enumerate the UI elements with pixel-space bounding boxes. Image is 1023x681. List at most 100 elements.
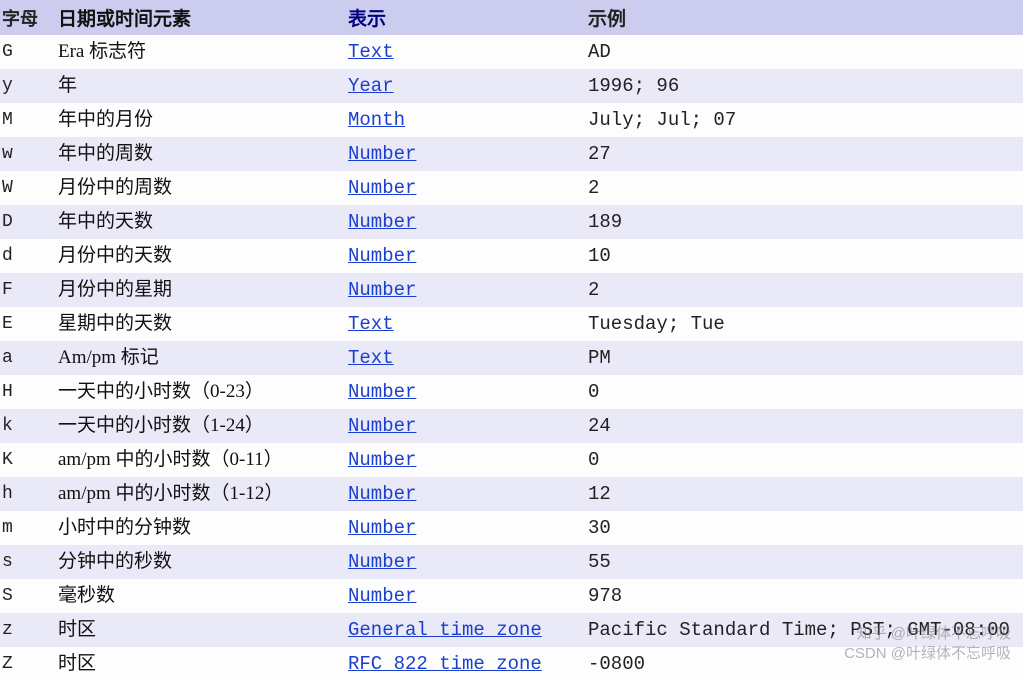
table-row: y年Year1996; 96	[0, 69, 1023, 103]
cell-present: Number	[346, 579, 586, 613]
cell-letter: Z	[0, 647, 56, 681]
table-row: m小时中的分钟数Number 30	[0, 511, 1023, 545]
cell-desc: 年	[56, 69, 346, 103]
cell-example: 1996; 96	[586, 69, 1023, 103]
cell-example: 10	[586, 239, 1023, 273]
cell-desc: 时区	[56, 647, 346, 681]
header-letter: 字母	[0, 0, 56, 35]
date-format-table: 字母 日期或时间元素 表示 示例 GEra 标志符TextADy年Year199…	[0, 0, 1023, 681]
cell-desc: 星期中的天数	[56, 307, 346, 341]
cell-example: 24	[586, 409, 1023, 443]
cell-letter: w	[0, 137, 56, 171]
cell-desc: 一天中的小时数（1-24）	[56, 409, 346, 443]
cell-present: Text	[346, 341, 586, 375]
present-link[interactable]: Number	[348, 211, 416, 233]
table-row: s分钟中的秒数Number55	[0, 545, 1023, 579]
cell-letter: H	[0, 375, 56, 409]
cell-letter: M	[0, 103, 56, 137]
cell-desc: 年中的月份	[56, 103, 346, 137]
cell-example: -0800	[586, 647, 1023, 681]
cell-letter: a	[0, 341, 56, 375]
present-link[interactable]: Number	[348, 483, 416, 505]
cell-example: 189	[586, 205, 1023, 239]
cell-present: Text	[346, 35, 586, 69]
cell-example: July; Jul; 07	[586, 103, 1023, 137]
cell-letter: D	[0, 205, 56, 239]
cell-desc: 年中的周数	[56, 137, 346, 171]
cell-letter: h	[0, 477, 56, 511]
present-link[interactable]: Number	[348, 415, 416, 437]
cell-present: Number	[346, 545, 586, 579]
present-link[interactable]: Text	[348, 41, 394, 63]
cell-desc: 时区	[56, 613, 346, 647]
cell-letter: E	[0, 307, 56, 341]
cell-letter: W	[0, 171, 56, 205]
table-row: Kam/pm 中的小时数（0-11）Number0	[0, 443, 1023, 477]
cell-present: Number	[346, 273, 586, 307]
cell-present: General time zone	[346, 613, 586, 647]
cell-example: Tuesday; Tue	[586, 307, 1023, 341]
cell-desc: Era 标志符	[56, 35, 346, 69]
table-row: M年中的月份Month July; Jul; 07	[0, 103, 1023, 137]
cell-letter: S	[0, 579, 56, 613]
table-row: E星期中的天数Text Tuesday; Tue	[0, 307, 1023, 341]
cell-letter: s	[0, 545, 56, 579]
cell-letter: m	[0, 511, 56, 545]
present-link[interactable]: Number	[348, 585, 416, 607]
table-row: H一天中的小时数（0-23）Number0	[0, 375, 1023, 409]
table-header-row: 字母 日期或时间元素 表示 示例	[0, 0, 1023, 35]
present-link[interactable]: Number	[348, 177, 416, 199]
cell-present: Text	[346, 307, 586, 341]
cell-example: AD	[586, 35, 1023, 69]
table-row: Z时区RFC 822 time zone -0800	[0, 647, 1023, 681]
cell-desc: 月份中的周数	[56, 171, 346, 205]
present-link[interactable]: RFC 822 time zone	[348, 653, 542, 675]
cell-desc: am/pm 中的小时数（1-12）	[56, 477, 346, 511]
present-link[interactable]: Text	[348, 313, 394, 335]
cell-present: Number	[346, 205, 586, 239]
cell-present: Number	[346, 511, 586, 545]
present-link[interactable]: Number	[348, 245, 416, 267]
cell-present: RFC 822 time zone	[346, 647, 586, 681]
cell-letter: k	[0, 409, 56, 443]
header-example: 示例	[586, 0, 1023, 35]
present-link[interactable]: Text	[348, 347, 394, 369]
cell-present: Number	[346, 239, 586, 273]
present-link[interactable]: Number	[348, 517, 416, 539]
cell-present: Number	[346, 137, 586, 171]
header-desc: 日期或时间元素	[56, 0, 346, 35]
cell-desc: am/pm 中的小时数（0-11）	[56, 443, 346, 477]
table-row: aAm/pm 标记Text PM	[0, 341, 1023, 375]
present-link[interactable]: Year	[348, 75, 394, 97]
cell-example: Pacific Standard Time; PST; GMT-08:00	[586, 613, 1023, 647]
present-link[interactable]: Month	[348, 109, 405, 131]
present-link[interactable]: Number	[348, 449, 416, 471]
present-link[interactable]: General time zone	[348, 619, 542, 641]
cell-desc: 月份中的天数	[56, 239, 346, 273]
table-row: GEra 标志符Text AD	[0, 35, 1023, 69]
cell-desc: 月份中的星期	[56, 273, 346, 307]
table-row: ham/pm 中的小时数（1-12）Number12	[0, 477, 1023, 511]
present-link[interactable]: Number	[348, 381, 416, 403]
cell-desc: 小时中的分钟数	[56, 511, 346, 545]
cell-letter: z	[0, 613, 56, 647]
cell-desc: 毫秒数	[56, 579, 346, 613]
cell-present: Number	[346, 443, 586, 477]
cell-letter: G	[0, 35, 56, 69]
cell-example: 0	[586, 375, 1023, 409]
table-row: k一天中的小时数（1-24）Number 24	[0, 409, 1023, 443]
cell-desc: Am/pm 标记	[56, 341, 346, 375]
present-link[interactable]: Number	[348, 551, 416, 573]
cell-desc: 年中的天数	[56, 205, 346, 239]
cell-example: 0	[586, 443, 1023, 477]
header-present: 表示	[346, 0, 586, 35]
cell-example: PM	[586, 341, 1023, 375]
cell-example: 30	[586, 511, 1023, 545]
present-link[interactable]: Number	[348, 143, 416, 165]
cell-example: 978	[586, 579, 1023, 613]
cell-desc: 分钟中的秒数	[56, 545, 346, 579]
present-link[interactable]: Number	[348, 279, 416, 301]
cell-present: Number	[346, 375, 586, 409]
cell-present: Number	[346, 409, 586, 443]
table-row: W月份中的周数Number2	[0, 171, 1023, 205]
